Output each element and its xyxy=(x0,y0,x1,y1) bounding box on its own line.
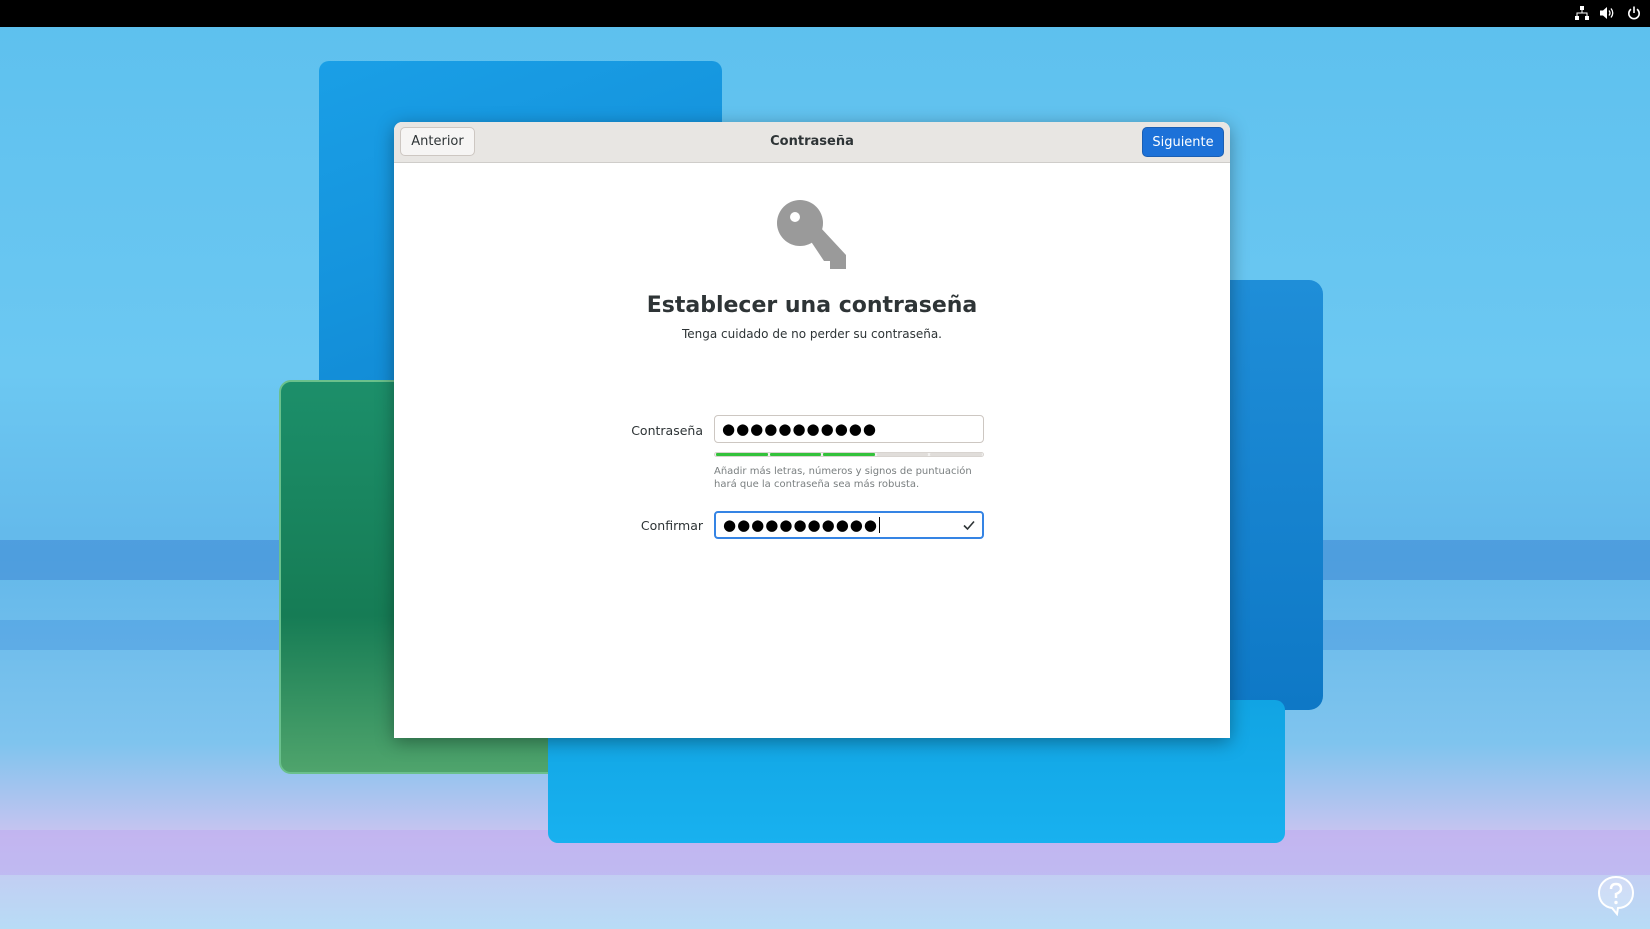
strength-hint: Añadir más letras, números y signos de p… xyxy=(714,466,972,490)
volume-icon[interactable] xyxy=(1600,4,1616,22)
strength-segment xyxy=(876,453,929,456)
strength-segment xyxy=(930,453,982,456)
strength-segment xyxy=(769,453,822,456)
next-button[interactable]: Siguiente xyxy=(1142,127,1224,157)
key-icon xyxy=(774,197,850,273)
strength-segment xyxy=(823,453,875,456)
confirm-label: Confirmar xyxy=(640,518,703,533)
confirm-password-input[interactable]: ●●●●●●●●●●● xyxy=(714,511,984,539)
password-input[interactable]: ●●●●●●●●●●● xyxy=(714,415,984,443)
check-icon xyxy=(962,518,976,532)
password-value: ●●●●●●●●●●● xyxy=(722,420,877,438)
dialog-title: Contraseña xyxy=(770,134,854,149)
top-bar xyxy=(0,0,1650,27)
system-tray[interactable] xyxy=(1574,4,1642,22)
text-caret xyxy=(878,517,880,533)
header-bar: Anterior Contraseña Siguiente xyxy=(394,122,1230,163)
power-icon[interactable] xyxy=(1626,4,1642,22)
password-strength-bar xyxy=(714,452,984,457)
page-subheading: Tenga cuidado de no perder su contraseña… xyxy=(681,327,942,341)
strength-segment xyxy=(716,453,768,456)
password-label: Contraseña xyxy=(631,423,703,438)
network-icon[interactable] xyxy=(1574,4,1590,22)
dialog-content: Establecer una contraseña Tenga cuidado … xyxy=(394,163,1230,738)
page-heading: Establecer una contraseña xyxy=(646,293,978,318)
confirm-value: ●●●●●●●●●●● xyxy=(723,516,878,534)
setup-dialog: Anterior Contraseña Siguiente Establecer… xyxy=(394,122,1230,738)
help-icon[interactable] xyxy=(1595,874,1637,917)
